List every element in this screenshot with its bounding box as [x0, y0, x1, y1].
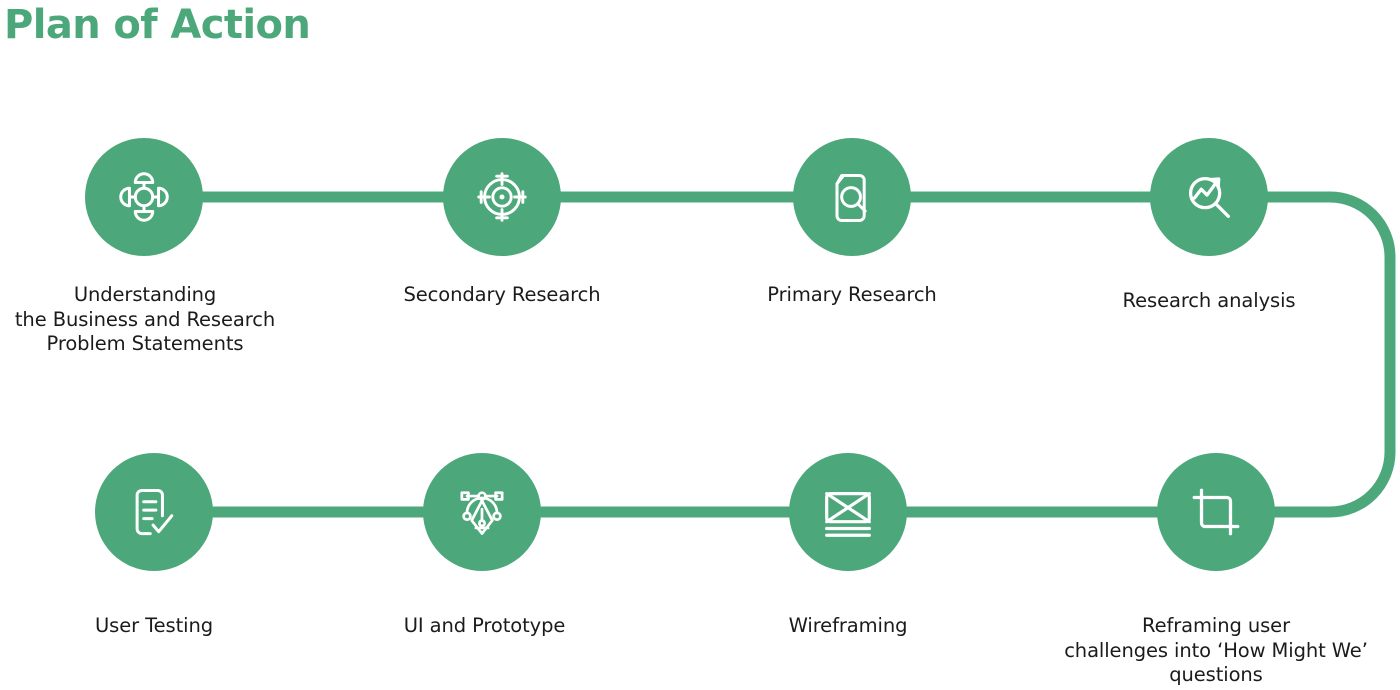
step-label: UI and Prototype	[403, 614, 566, 637]
crop-tool-icon	[1192, 488, 1240, 536]
step-label: User Testing	[95, 614, 213, 637]
document-check-icon	[135, 488, 174, 536]
step-icon-circle[interactable]	[95, 453, 213, 571]
step-icon-circle[interactable]	[85, 138, 203, 256]
trend-analysis-magnifier-icon	[1188, 176, 1231, 219]
pen-tool-icon	[460, 491, 504, 535]
step-label: Reframing user challenges into ‘How Migh…	[1064, 614, 1368, 686]
step-icon-circle[interactable]	[793, 138, 911, 256]
document-search-icon	[835, 173, 867, 222]
step-label: Understanding the Business and Research …	[14, 283, 276, 355]
step-icon-circle[interactable]	[423, 453, 541, 571]
step-label: Wireframing	[788, 614, 908, 637]
step-label: Research analysis	[1122, 289, 1296, 312]
wireframe-placeholder-icon	[825, 491, 871, 537]
step-label: Primary Research	[767, 283, 937, 306]
target-crosshair-icon	[477, 172, 527, 222]
step-label: Secondary Research	[403, 283, 601, 306]
step-icon-circle[interactable]	[789, 453, 907, 571]
step-icon-circle[interactable]	[443, 138, 561, 256]
network-hub-icon	[119, 172, 169, 222]
step-icon-circle[interactable]	[1157, 453, 1275, 571]
step-icon-circle[interactable]	[1150, 138, 1268, 256]
